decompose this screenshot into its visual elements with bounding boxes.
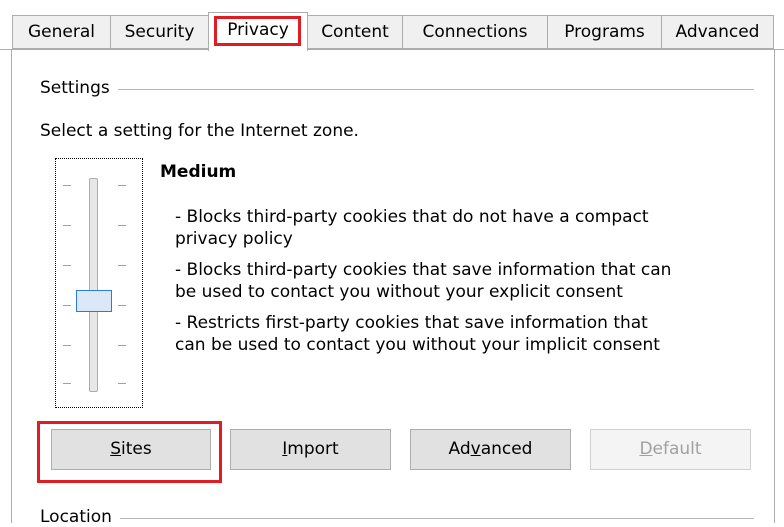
slider-tick	[63, 185, 71, 186]
slider-tick	[118, 383, 126, 384]
advanced-button[interactable]: Advanced	[410, 429, 571, 470]
slider-thumb[interactable]	[76, 290, 112, 312]
slider-tick	[118, 225, 126, 226]
slider-tick	[118, 185, 126, 186]
settings-group-line	[40, 89, 754, 90]
description-line: - Blocks third-party cookies that save i…	[175, 260, 672, 280]
import-button[interactable]: Import	[230, 429, 391, 470]
tab-divider	[0, 49, 784, 50]
slider-tick	[63, 265, 71, 266]
tab-content[interactable]: Content	[307, 15, 403, 49]
privacy-level-slider-focus	[55, 158, 143, 408]
settings-group-title: Settings	[40, 78, 118, 98]
tab-strip: General Security Privacy Content Connect…	[0, 0, 784, 51]
location-group-line	[40, 518, 754, 519]
privacy-level-slider[interactable]	[89, 178, 98, 392]
slider-tick	[63, 305, 71, 306]
description-line: privacy policy	[175, 229, 293, 249]
sites-button[interactable]: Sites	[51, 429, 211, 470]
location-group-title: Location	[40, 507, 120, 527]
panel-border-left	[11, 49, 12, 523]
description-line: can be used to contact you without your …	[175, 335, 660, 355]
description-line: - Blocks third-party cookies that do not…	[175, 207, 649, 227]
panel-border-right	[774, 49, 775, 523]
slider-tick	[63, 383, 71, 384]
description-line: be used to contact you without your expl…	[175, 282, 623, 302]
tab-security[interactable]: Security	[110, 15, 209, 49]
default-button[interactable]: Default	[590, 429, 751, 470]
privacy-level-label: Medium	[160, 162, 237, 182]
tab-programs[interactable]: Programs	[547, 15, 662, 49]
tab-connections[interactable]: Connections	[402, 15, 548, 49]
slider-tick	[63, 225, 71, 226]
tab-privacy[interactable]: Privacy	[208, 12, 308, 51]
slider-tick	[118, 305, 126, 306]
description-line: - Restricts first-party cookies that sav…	[175, 313, 648, 333]
zone-prompt: Select a setting for the Internet zone.	[40, 121, 359, 141]
tab-advanced[interactable]: Advanced	[661, 15, 774, 49]
slider-tick	[63, 345, 71, 346]
slider-tick	[118, 345, 126, 346]
tab-general[interactable]: General	[12, 15, 111, 49]
slider-tick	[118, 265, 126, 266]
